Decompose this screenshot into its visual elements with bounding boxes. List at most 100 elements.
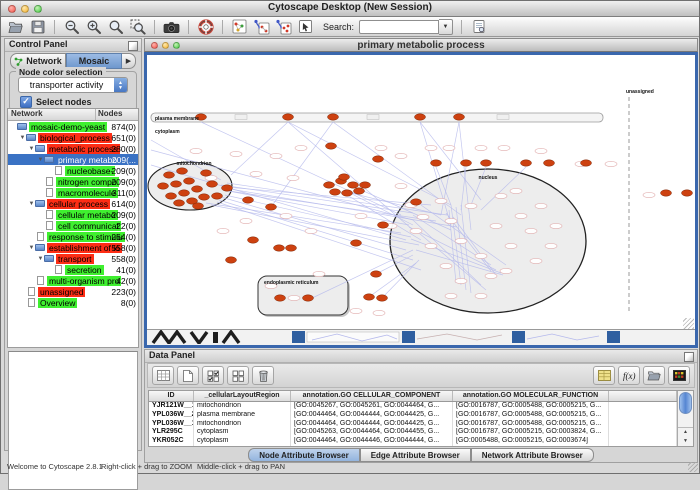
tree-row-label: multi-organism pro xyxy=(47,276,121,286)
copy-network-attributes-icon[interactable] xyxy=(275,19,292,35)
tree-expand-arrow[interactable]: ▼ xyxy=(28,245,35,251)
zoom-out-icon[interactable] xyxy=(63,19,80,35)
tree-expand-arrow[interactable]: ▼ xyxy=(37,157,44,163)
table-cell: YPL036W__2 xyxy=(149,411,194,420)
more-tabs-arrow[interactable]: ▶ xyxy=(122,53,136,69)
status-welcome: Welcome to Cytoscape 2.8.1 xyxy=(7,462,103,471)
tab-network-attribute-browser[interactable]: Network Attribute Browser xyxy=(471,448,594,462)
tree-row[interactable]: nucleobase-209(0) xyxy=(8,165,138,176)
tree-header-nodes[interactable]: Nodes xyxy=(95,109,138,120)
tree-expand-arrow[interactable]: ▼ xyxy=(28,146,35,152)
network-window-titlebar[interactable]: primary metabolic process xyxy=(144,38,698,52)
main-toolbar: Search: ▼ xyxy=(1,17,699,37)
graph-node xyxy=(164,172,175,178)
formula-builder-icon[interactable]: f(x) xyxy=(618,366,640,385)
graph-node xyxy=(286,245,297,251)
tree-expand-arrow[interactable]: ▼ xyxy=(37,256,44,262)
new-attribute-icon[interactable] xyxy=(177,366,199,385)
tree-row[interactable]: nitrogen compo209(0) xyxy=(8,176,138,187)
zoom-selected-icon[interactable] xyxy=(129,19,146,35)
select-all-attributes-icon[interactable] xyxy=(202,366,224,385)
node-label-tag xyxy=(455,278,467,283)
tree-header-network[interactable]: Network xyxy=(8,109,95,120)
import-attributes-folder-icon[interactable] xyxy=(643,366,665,385)
float-panel-icon[interactable] xyxy=(684,352,694,362)
tree-expand-arrow[interactable]: ▼ xyxy=(19,135,26,141)
attribute-select-icon[interactable] xyxy=(152,366,174,385)
network-canvas-svg[interactable]: plasma membranecytoplasmmitochondrionnuc… xyxy=(147,55,695,330)
node-label-tag xyxy=(410,228,422,233)
file-icon xyxy=(55,166,62,175)
copy-network-icon[interactable] xyxy=(253,19,270,35)
tree-row[interactable]: response to stimulu264(0) xyxy=(8,231,138,242)
tree-row[interactable]: ▼establishment of lo558(0) xyxy=(8,242,138,253)
search-label: Search: xyxy=(323,22,354,32)
table-column-header[interactable]: annotation.GO CELLULAR_COMPONENT xyxy=(291,391,453,401)
snapshot-camera-icon[interactable] xyxy=(163,19,180,35)
table-row[interactable]: YPL036W__2plasma membrane[GO:0044464, GO… xyxy=(149,411,677,420)
graph-node xyxy=(330,189,341,195)
table-row[interactable]: YLR295Ccytoplasm[GO:0045263, GO:0044464,… xyxy=(149,428,677,437)
heatmap-icon[interactable] xyxy=(668,366,690,385)
help-lifesaver-icon[interactable] xyxy=(197,19,214,35)
tree-row[interactable]: ▼metabolic process280(0) xyxy=(8,143,138,154)
tree-row[interactable]: unassigned223(0) xyxy=(8,286,138,297)
search-input[interactable] xyxy=(359,20,439,34)
network-view-icon[interactable] xyxy=(231,19,248,35)
file-icon xyxy=(46,188,53,197)
tree-row[interactable]: ▼primary metabo209(... xyxy=(8,154,138,165)
float-panel-icon[interactable] xyxy=(128,41,138,51)
node-label-tag xyxy=(355,213,367,218)
folder-icon xyxy=(44,156,54,163)
tree-row[interactable]: Overview8(0) xyxy=(8,297,138,308)
tree-row[interactable]: cell communicat22(0) xyxy=(8,220,138,231)
tree-expand-arrow[interactable]: ▼ xyxy=(28,201,35,207)
delete-attribute-trash-icon[interactable] xyxy=(252,366,274,385)
tab-node-attribute-browser[interactable]: Node Attribute Browser xyxy=(248,448,360,462)
tree-row[interactable]: ▼transport558(0) xyxy=(8,253,138,264)
attribute-table-icon[interactable] xyxy=(593,366,615,385)
window-resize-grip[interactable] xyxy=(688,462,698,472)
zoom-fit-icon[interactable] xyxy=(107,19,124,35)
tree-row[interactable]: secretion41(0) xyxy=(8,264,138,275)
tree-row-node-count: 41(0) xyxy=(116,265,136,275)
view-resize-grip[interactable] xyxy=(683,318,694,329)
tree-row[interactable]: macromolecule311(0) xyxy=(8,187,138,198)
save-session-icon[interactable] xyxy=(29,19,46,35)
node-color-dropdown[interactable]: transporter activity ▲▼ xyxy=(18,77,128,93)
search-dropdown-arrow[interactable]: ▼ xyxy=(439,19,453,35)
open-session-icon[interactable] xyxy=(7,19,24,35)
scrollbar-arrows[interactable]: ▲▼ xyxy=(678,427,693,446)
table-row[interactable]: YJR121W__1mitochondrion[GO:0045267, GO:0… xyxy=(149,402,677,411)
graph-node xyxy=(303,295,314,301)
node-label-tag xyxy=(490,223,502,228)
zoom-in-icon[interactable] xyxy=(85,19,102,35)
edge xyxy=(231,122,288,175)
select-nodes-checkbox[interactable]: ✓ xyxy=(20,96,32,108)
tree-row[interactable]: ▼biological_process651(0) xyxy=(8,132,138,143)
tree-row[interactable]: mosaic-demo-yeast874(0) xyxy=(8,121,138,132)
table-row[interactable]: YPL036W__1mitochondrion[GO:0044464, GO:0… xyxy=(149,420,677,429)
attribute-table: ID_cellularLayoutRegionannotation.GO CEL… xyxy=(148,390,694,447)
annotation-icon[interactable] xyxy=(297,19,314,35)
tree-row[interactable]: ▼cellular process614(0) xyxy=(8,198,138,209)
graph-node xyxy=(373,156,384,162)
node-label-tag xyxy=(500,268,512,273)
tree-row-node-count: 651(0) xyxy=(111,133,136,143)
table-vertical-scrollbar[interactable]: ▲▼ xyxy=(677,391,693,446)
scrollbar-thumb[interactable] xyxy=(679,392,692,414)
table-column-header[interactable]: annotation.GO MOLECULAR_FUNCTION xyxy=(453,391,609,401)
file-icon xyxy=(55,265,62,274)
table-column-header[interactable]: _cellularLayoutRegion xyxy=(194,391,291,401)
tree-row[interactable]: multi-organism pro42(0) xyxy=(8,275,138,286)
graph-node xyxy=(461,160,472,166)
file-icon xyxy=(37,232,44,241)
table-column-header[interactable]: ID xyxy=(149,391,194,401)
table-row[interactable]: YKR052Ccytoplasm[GO:0044464, GO:0044446,… xyxy=(149,437,677,446)
tree-header: Network Nodes xyxy=(8,109,138,121)
tab-edge-attribute-browser[interactable]: Edge Attribute Browser xyxy=(360,448,471,462)
tree-row[interactable]: cellular metabo209(0) xyxy=(8,209,138,220)
search-config-icon[interactable] xyxy=(470,19,487,35)
window-titlebar[interactable]: Cytoscape Desktop (New Session) xyxy=(1,1,699,17)
unselect-attributes-icon[interactable] xyxy=(227,366,249,385)
